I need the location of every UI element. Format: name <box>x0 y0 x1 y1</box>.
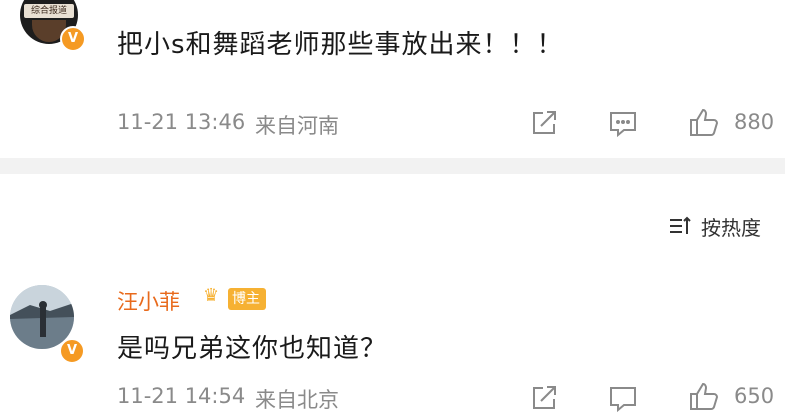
avatar-label: 综合报道 <box>24 4 74 18</box>
share-icon[interactable] <box>530 384 558 412</box>
username[interactable]: 汪小菲 <box>117 286 180 316</box>
sort-by-hot-button[interactable]: 按热度 <box>701 212 761 241</box>
share-icon[interactable] <box>530 109 558 137</box>
like-icon[interactable] <box>688 106 720 138</box>
section-divider <box>0 158 785 174</box>
sort-icon[interactable] <box>668 215 692 237</box>
comment-icon[interactable] <box>608 385 638 413</box>
comment-time: 11-21 14:54 <box>117 384 246 408</box>
comment-time: 11-21 13:46 <box>117 110 246 134</box>
host-badge: 博主 <box>228 288 266 310</box>
like-count: 650 <box>734 384 775 408</box>
comment-location: 来自北京 <box>255 388 339 412</box>
verified-badge: V <box>60 26 86 52</box>
comment-text: 是吗兄弟这你也知道？ <box>117 334 388 364</box>
verified-badge: V <box>59 338 85 364</box>
like-icon[interactable] <box>688 380 720 412</box>
comment-location: 来自河南 <box>255 114 339 138</box>
like-count: 880 <box>734 110 775 134</box>
crown-icon: ♛ <box>203 285 220 306</box>
comment-text: 把小s和舞蹈老师那些事放出来！！！ <box>117 30 564 60</box>
comment-icon[interactable] <box>608 110 638 138</box>
